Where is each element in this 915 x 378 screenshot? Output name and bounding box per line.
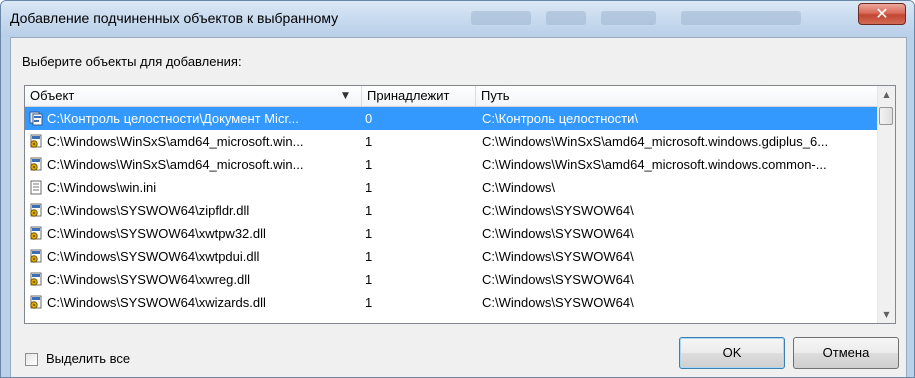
ok-button[interactable]: OK (679, 337, 785, 369)
column-header-owner[interactable]: Принадлежит (362, 86, 476, 106)
cell-path: C:\Windows\SYSWOW64\ (482, 226, 634, 241)
table-row[interactable]: C:\Windows\SYSWOW64\xwtpdui.dll 1 C:\Windo… (25, 245, 888, 268)
cell-owner: 1 (365, 157, 373, 172)
cell-object: C:\Windows\win.ini (47, 180, 157, 195)
cell-owner: 1 (365, 203, 373, 218)
column-header-object-label: Объект (30, 88, 75, 103)
cell-object: C:\Windows\SYSWOW64\zipfldr.dll (47, 203, 250, 218)
table-row[interactable]: C:\Windows\SYSWOW64\xwreg.dll 1 C:\Windows… (25, 268, 888, 291)
table-row[interactable]: C:\Windows\SYSWOW64\xwtpw32.dll 1 C:\Windo… (25, 222, 888, 245)
cell-path: C:\Контроль целостности\ (482, 111, 638, 126)
background-window-blur (601, 11, 656, 25)
background-window-blur (471, 11, 531, 25)
cell-object: C:\Windows\SYSWOW64\xwreg.dll (47, 272, 250, 287)
cell-path: C:\Windows\WinSxS\amd64_microsoft.window… (482, 134, 829, 149)
cell-owner: 1 (365, 295, 373, 310)
close-icon: ✕ (875, 4, 889, 23)
cell-path: C:\Windows\SYSWOW64\ (482, 249, 634, 264)
list-rows: C:\Контроль целостности\Документ Micr...… (25, 107, 888, 314)
select-all-label[interactable]: Выделить все (46, 351, 130, 366)
cell-owner: 1 (365, 249, 373, 264)
table-row[interactable]: C:\Windows\WinSxS\amd64_microsoft.win...… (25, 130, 888, 153)
scroll-up-icon[interactable]: ▲ (878, 86, 895, 103)
table-row[interactable]: C:\Windows\win.ini 1 C:\Windows\ (25, 176, 888, 199)
dialog-body: Выберите объекты для добавления: Объект … (10, 37, 907, 377)
cell-owner: 0 (365, 111, 373, 126)
cell-owner: 1 (365, 272, 373, 287)
objects-list[interactable]: Объект ▼ Принадлежит Путь C:\Контроль це… (24, 85, 896, 324)
column-header-path-label: Путь (481, 88, 510, 103)
cell-object: C:\Windows\WinSxS\amd64_microsoft.win... (47, 134, 304, 149)
title-bar[interactable]: Добавление подчиненных объектов к выбран… (1, 1, 914, 37)
table-row[interactable]: C:\Windows\SYSWOW64\xwizards.dll 1 C:\Wind… (25, 291, 888, 314)
cell-object: C:\Windows\WinSxS\amd64_microsoft.win... (47, 157, 304, 172)
cell-owner: 1 (365, 180, 373, 195)
cell-object: C:\Windows\SYSWOW64\xwizards.dll (47, 295, 266, 310)
list-header: Объект ▼ Принадлежит Путь (25, 86, 888, 107)
select-all-checkbox[interactable] (25, 353, 38, 366)
column-header-path[interactable]: Путь (476, 86, 888, 106)
cell-path: C:\Windows\SYSWOW64\ (482, 203, 634, 218)
dialog-window: Добавление подчиненных объектов к выбран… (0, 0, 915, 378)
cell-object: C:\Windows\SYSWOW64\xwtpw32.dll (47, 226, 266, 241)
vertical-scrollbar[interactable]: ▲ ▼ (877, 86, 895, 323)
window-title: Добавление подчиненных объектов к выбран… (10, 10, 339, 26)
scroll-thumb[interactable] (879, 107, 893, 125)
cell-path: C:\Windows\ (482, 180, 555, 195)
cell-owner: 1 (365, 134, 373, 149)
table-row[interactable]: C:\Контроль целостности\Документ Micr...… (25, 107, 888, 130)
background-window-blur (546, 11, 586, 25)
column-header-owner-label: Принадлежит (367, 88, 450, 103)
prompt-label: Выберите объекты для добавления: (22, 54, 242, 69)
close-button[interactable]: ✕ (858, 3, 906, 25)
cell-path: C:\Windows\SYSWOW64\ (482, 295, 634, 310)
scroll-down-icon[interactable]: ▼ (878, 306, 895, 323)
cell-path: C:\Windows\WinSxS\amd64_microsoft.window… (482, 157, 827, 172)
sort-descending-icon: ▼ (342, 91, 349, 101)
background-window-blur (681, 11, 801, 25)
cell-object: C:\Контроль целостности\Документ Micr... (47, 111, 299, 126)
table-row[interactable]: C:\Windows\SYSWOW64\zipfldr.dll 1 C:\Windo… (25, 199, 888, 222)
cell-object: C:\Windows\SYSWOW64\xwtpdui.dll (47, 249, 260, 264)
cell-owner: 1 (365, 226, 373, 241)
column-header-object[interactable]: Объект ▼ (25, 86, 362, 106)
table-row[interactable]: C:\Windows\WinSxS\amd64_microsoft.win...… (25, 153, 888, 176)
cell-path: C:\Windows\SYSWOW64\ (482, 272, 634, 287)
cancel-button[interactable]: Отмена (793, 337, 899, 369)
